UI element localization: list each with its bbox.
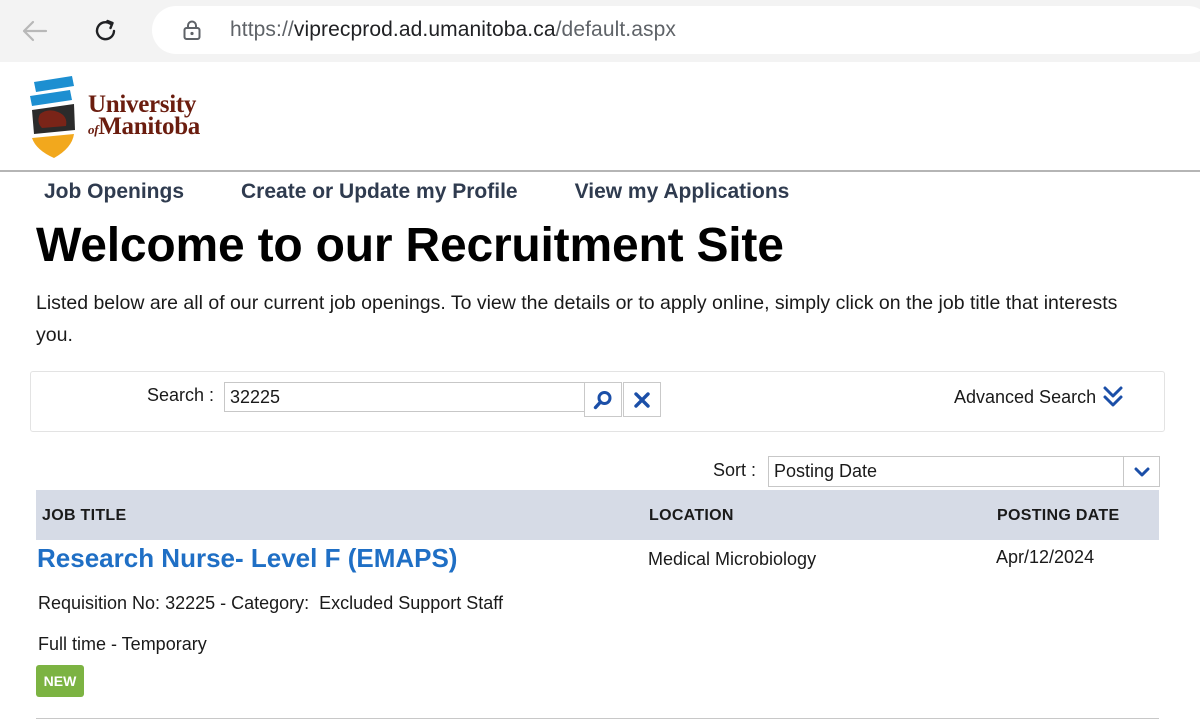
sort-selected-value: Posting Date bbox=[774, 461, 878, 481]
sort-label: Sort : bbox=[713, 460, 757, 480]
back-button[interactable] bbox=[14, 11, 54, 51]
nav-create-update-profile[interactable]: Create or Update my Profile bbox=[241, 180, 518, 210]
row-divider bbox=[36, 718, 1159, 719]
column-header-posting-date[interactable]: POSTING DATE bbox=[997, 507, 1119, 525]
job-title-link[interactable]: Research Nurse- Level F (EMAPS) bbox=[37, 543, 457, 574]
job-posting-date: Apr/12/2024 bbox=[996, 547, 1095, 567]
nav-view-applications[interactable]: View my Applications bbox=[575, 180, 790, 210]
nav-job-openings[interactable]: Job Openings bbox=[44, 180, 184, 210]
search-button[interactable] bbox=[584, 382, 622, 417]
advanced-search-toggle[interactable]: Advanced Search bbox=[954, 385, 1124, 409]
job-requisition-info: Requisition No: 32225 - Category: Exclud… bbox=[38, 593, 503, 613]
logo-line-manitoba: ofManitoba bbox=[88, 113, 201, 141]
lock-icon bbox=[182, 19, 202, 46]
address-bar[interactable]: https://viprecprod.ad.umanitoba.ca/defau… bbox=[152, 6, 1200, 54]
search-icon bbox=[593, 390, 612, 409]
site-header: University ofManitoba bbox=[0, 62, 1200, 172]
browser-toolbar: https://viprecprod.ad.umanitoba.ca/defau… bbox=[0, 0, 1200, 62]
job-location: Medical Microbiology bbox=[648, 549, 817, 569]
job-employment-type: Full time - Temporary bbox=[38, 634, 207, 654]
column-header-job-title[interactable]: JOB TITLE bbox=[42, 507, 126, 525]
new-badge: NEW bbox=[36, 665, 84, 697]
sort-dropdown-button[interactable] bbox=[1123, 457, 1159, 486]
logo-of: of bbox=[88, 122, 99, 137]
url-path: /default.aspx bbox=[555, 18, 676, 41]
search-panel: Search : Advanced Search bbox=[30, 371, 1165, 432]
reload-icon bbox=[95, 19, 116, 41]
chevron-down-icon bbox=[1134, 467, 1149, 476]
url-text: https://viprecprod.ad.umanitoba.ca/defau… bbox=[230, 18, 676, 42]
sort-select[interactable]: Posting Date bbox=[768, 456, 1160, 487]
url-scheme: https:// bbox=[230, 18, 294, 41]
close-icon bbox=[634, 391, 650, 408]
reload-button[interactable] bbox=[86, 11, 126, 51]
column-header-location[interactable]: LOCATION bbox=[649, 507, 734, 525]
logo-manitoba: Manitoba bbox=[98, 113, 201, 140]
search-label: Search : bbox=[147, 385, 215, 405]
page-title: Welcome to our Recruitment Site bbox=[36, 219, 784, 272]
intro-text: Listed below are all of our current job … bbox=[36, 292, 1118, 346]
job-table-header: JOB TITLE LOCATION POSTING DATE bbox=[36, 490, 1159, 540]
university-logo-text: University ofManitoba bbox=[88, 92, 201, 141]
arrow-left-icon bbox=[22, 20, 48, 42]
url-host: viprecprod.ad.umanitoba.ca bbox=[293, 18, 556, 41]
clear-search-button[interactable] bbox=[623, 382, 661, 417]
university-logo-icon[interactable] bbox=[28, 76, 80, 165]
main-nav: Job Openings Create or Update my Profile… bbox=[44, 180, 846, 210]
search-input[interactable] bbox=[224, 382, 585, 412]
double-chevron-down-icon bbox=[1103, 386, 1123, 407]
advanced-search-label: Advanced Search bbox=[954, 386, 1097, 407]
